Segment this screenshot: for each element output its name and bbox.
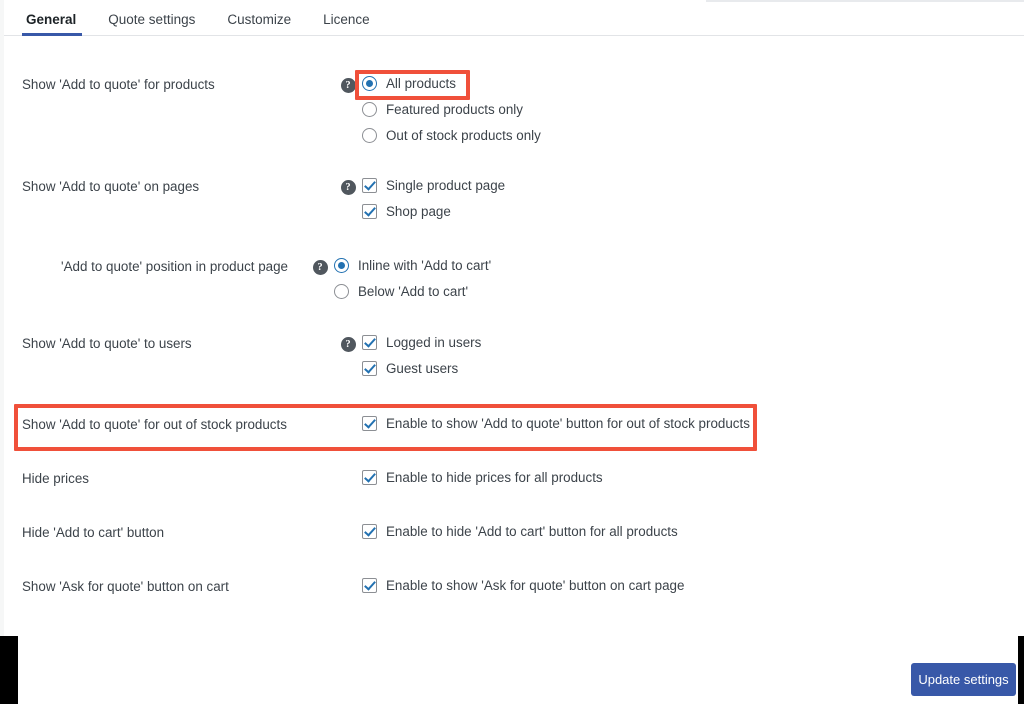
radio-icon[interactable] <box>334 258 349 273</box>
tab-general[interactable]: General <box>22 11 92 36</box>
radio-icon[interactable] <box>362 76 377 91</box>
row-add-to-quote-position: 'Add to quote' position in product page … <box>4 258 1024 299</box>
radio-label: Out of stock products only <box>386 127 541 143</box>
checkbox-icon[interactable] <box>362 524 377 539</box>
help-icon[interactable]: ? <box>340 78 356 93</box>
radio-option-out-of-stock-products-only[interactable]: Out of stock products only <box>362 128 541 143</box>
checkbox-label: Enable to hide 'Add to cart' button for … <box>386 523 678 539</box>
settings-form: Show 'Add to quote' for products ? All p… <box>4 36 1024 636</box>
radio-icon[interactable] <box>334 284 349 299</box>
row-label-out-of-stock: Show 'Add to quote' for out of stock pro… <box>22 417 287 432</box>
help-icon[interactable]: ? <box>340 180 356 195</box>
radio-option-featured-products-only[interactable]: Featured products only <box>362 102 541 117</box>
checkbox-label: Enable to hide prices for all products <box>386 469 603 485</box>
checkbox-label: Enable to show 'Add to quote' button for… <box>386 415 750 431</box>
row-label-hide-add-to-cart: Hide 'Add to cart' button <box>22 525 165 540</box>
tab-customize-label: Customize <box>227 11 292 27</box>
row-label-users: Show 'Add to quote' to users <box>22 336 192 351</box>
radio-label: Inline with 'Add to cart' <box>358 257 492 273</box>
radio-option-inline-with-add-to-cart[interactable]: Inline with 'Add to cart' <box>334 258 491 273</box>
radio-label: All products <box>386 75 456 91</box>
settings-page: General Quote settings Customize Licence… <box>0 0 1024 704</box>
checkbox-icon[interactable] <box>362 204 377 219</box>
tab-quote-settings-label: Quote settings <box>108 11 196 27</box>
row-label-pages: Show 'Add to quote' on pages <box>22 179 200 194</box>
checkbox-option-enable-out-of-stock[interactable]: Enable to show 'Add to quote' button for… <box>362 416 750 431</box>
tab-bar: General Quote settings Customize Licence <box>4 0 1024 36</box>
help-col-ask-for-quote <box>334 578 362 580</box>
checkbox-label: Single product page <box>386 177 506 193</box>
help-col-hide-add-to-cart <box>334 524 362 526</box>
checkbox-option-logged-in-users[interactable]: Logged in users <box>362 335 481 350</box>
radio-icon[interactable] <box>362 102 377 117</box>
row-label-products: Show 'Add to quote' for products <box>22 77 215 92</box>
radio-group-products: All products Featured products only Out … <box>362 76 541 143</box>
row-show-add-to-quote-to-users: Show 'Add to quote' to users ? Logged in… <box>4 335 1024 376</box>
help-icon[interactable]: ? <box>312 260 328 275</box>
row-hide-add-to-cart-button: Hide 'Add to cart' button Enable to hide… <box>4 524 1024 543</box>
browser-chrome-right-edge <box>1018 636 1024 704</box>
checkbox-label: Logged in users <box>386 334 482 350</box>
browser-chrome-left-edge <box>0 636 18 704</box>
checkbox-group-users: Logged in users Guest users <box>362 335 481 376</box>
help-col-products: ? <box>334 76 362 93</box>
help-col-position: ? <box>306 258 334 275</box>
row-label-hide-prices: Hide prices <box>22 471 89 486</box>
help-col-hide-prices <box>334 470 362 472</box>
radio-group-position: Inline with 'Add to cart' Below 'Add to … <box>334 258 491 299</box>
checkbox-icon[interactable] <box>362 470 377 485</box>
checkbox-group-hide-prices: Enable to hide prices for all products <box>362 470 603 485</box>
radio-option-below-add-to-cart[interactable]: Below 'Add to cart' <box>334 284 491 299</box>
row-show-add-to-quote-on-pages: Show 'Add to quote' on pages ? Single pr… <box>4 178 1024 219</box>
checkbox-group-pages: Single product page Shop page <box>362 178 505 219</box>
checkbox-option-single-product-page[interactable]: Single product page <box>362 178 505 193</box>
row-show-add-to-quote-out-of-stock: Show 'Add to quote' for out of stock pro… <box>4 416 1024 435</box>
help-col-out-of-stock <box>334 416 362 418</box>
checkbox-icon[interactable] <box>362 416 377 431</box>
checkbox-option-enable-hide-prices[interactable]: Enable to hide prices for all products <box>362 470 603 485</box>
checkbox-group-out-of-stock: Enable to show 'Add to quote' button for… <box>362 416 750 431</box>
checkbox-group-hide-add-to-cart: Enable to hide 'Add to cart' button for … <box>362 524 678 539</box>
row-label-ask-for-quote: Show 'Ask for quote' button on cart <box>22 579 229 594</box>
radio-option-all-products[interactable]: All products <box>362 76 541 91</box>
checkbox-icon[interactable] <box>362 335 377 350</box>
checkbox-label: Guest users <box>386 360 459 376</box>
radio-icon[interactable] <box>362 128 377 143</box>
row-show-ask-for-quote-on-cart: Show 'Ask for quote' button on cart Enab… <box>4 578 1024 597</box>
tab-licence[interactable]: Licence <box>307 11 386 36</box>
row-label-position: 'Add to quote' position in product page <box>61 259 288 274</box>
checkbox-option-shop-page[interactable]: Shop page <box>362 204 505 219</box>
tab-customize[interactable]: Customize <box>211 11 307 36</box>
help-col-users: ? <box>334 335 362 352</box>
checkbox-icon[interactable] <box>362 361 377 376</box>
tab-general-label: General <box>26 11 77 27</box>
checkbox-label: Enable to show 'Ask for quote' button on… <box>386 577 685 593</box>
row-show-add-to-quote-for-products: Show 'Add to quote' for products ? All p… <box>4 76 1024 143</box>
help-icon[interactable]: ? <box>340 337 356 352</box>
checkbox-icon[interactable] <box>362 578 377 593</box>
checkbox-icon[interactable] <box>362 178 377 193</box>
tab-quote-settings[interactable]: Quote settings <box>92 11 211 36</box>
help-col-pages: ? <box>334 178 362 195</box>
row-hide-prices: Hide prices Enable to hide prices for al… <box>4 470 1024 489</box>
checkbox-label: Shop page <box>386 203 451 219</box>
update-settings-button[interactable]: Update settings <box>911 663 1016 696</box>
radio-label: Featured products only <box>386 101 523 117</box>
checkbox-group-ask-for-quote: Enable to show 'Ask for quote' button on… <box>362 578 684 593</box>
checkbox-option-guest-users[interactable]: Guest users <box>362 361 481 376</box>
checkbox-option-enable-ask-for-quote[interactable]: Enable to show 'Ask for quote' button on… <box>362 578 684 593</box>
tab-licence-label: Licence <box>323 11 370 27</box>
checkbox-option-enable-hide-add-to-cart[interactable]: Enable to hide 'Add to cart' button for … <box>362 524 678 539</box>
radio-label: Below 'Add to cart' <box>358 283 469 299</box>
